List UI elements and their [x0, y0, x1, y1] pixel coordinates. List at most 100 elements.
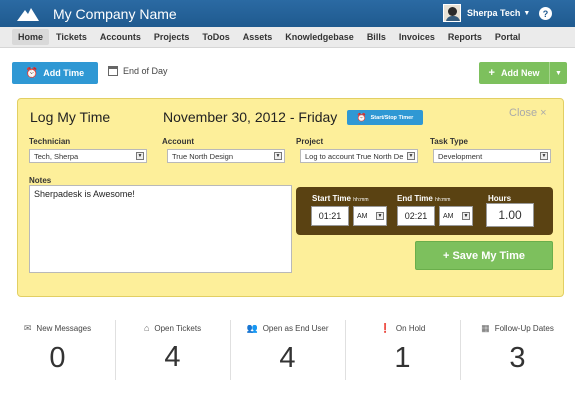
- end-time-label-text: End Time: [397, 194, 433, 203]
- start-time-input[interactable]: 01:21: [311, 206, 349, 226]
- project-label: Project: [296, 137, 324, 146]
- main-nav: Home Tickets Accounts Projects ToDos Ass…: [0, 27, 575, 48]
- stat-header: 👥 Open as End User: [246, 323, 328, 334]
- technician-select[interactable]: Tech, Sherpa ▼: [29, 149, 147, 163]
- nav-home[interactable]: Home: [12, 29, 50, 45]
- stat-value: 4: [164, 341, 181, 373]
- end-time-label: End Time hh:mm: [397, 194, 450, 203]
- avatar: [443, 4, 461, 22]
- stat-value: 0: [49, 342, 66, 374]
- caret-down-icon: ▼: [523, 9, 531, 17]
- panel-title: Log My Time: [30, 109, 111, 125]
- calendar-icon: ▦: [481, 323, 490, 333]
- project-value: Log to account True North De: [305, 151, 404, 161]
- alert-icon: ❗: [379, 323, 391, 333]
- notes-label: Notes: [29, 176, 52, 185]
- technician-label: Technician: [29, 137, 71, 146]
- chevron-down-icon: ▼: [274, 152, 282, 160]
- nav-projects[interactable]: Projects: [148, 29, 196, 45]
- stat-value: 3: [509, 342, 526, 374]
- nav-knowledgebase[interactable]: Knowledgebase: [279, 29, 360, 45]
- account-value: True North Design: [172, 151, 233, 161]
- close-link[interactable]: Close ×: [509, 107, 547, 119]
- task-type-select[interactable]: Development ▼: [433, 149, 551, 163]
- end-time-hint: hh:mm: [435, 197, 451, 203]
- end-ampm-value: AM: [443, 212, 454, 220]
- stat-value: 1: [394, 342, 411, 374]
- end-time-input[interactable]: 02:21: [397, 206, 435, 226]
- stat-open-as-end-user[interactable]: 👥 Open as End User 4: [230, 320, 345, 380]
- user-menu[interactable]: Sherpa Tech ▼: [443, 4, 530, 22]
- chevron-down-icon: ▼: [136, 152, 144, 160]
- alarm-clock-icon: ⏰: [356, 113, 367, 122]
- add-time-button[interactable]: ⏰ Add Time: [12, 62, 98, 84]
- start-stop-timer-button[interactable]: ⏰ Start/Stop Timer: [347, 110, 423, 125]
- stat-label: Open Tickets: [154, 323, 202, 333]
- nav-assets[interactable]: Assets: [237, 29, 279, 45]
- plus-icon: +: [488, 67, 495, 79]
- start-time-label-text: Start Time: [312, 194, 351, 203]
- notes-textarea[interactable]: Sherpadesk is Awesome!: [29, 185, 292, 273]
- stat-label: Follow-Up Dates: [494, 324, 554, 333]
- hours-input[interactable]: 1.00: [486, 203, 534, 227]
- nav-portal[interactable]: Portal: [489, 29, 527, 45]
- chevron-down-icon: ▼: [376, 212, 384, 220]
- account-select[interactable]: True North Design ▼: [167, 149, 285, 163]
- technician-value: Tech, Sherpa: [34, 151, 79, 161]
- chevron-down-icon: ▼: [540, 152, 548, 160]
- user-name: Sherpa Tech: [467, 8, 521, 18]
- stat-open-tickets[interactable]: ⌂ Open Tickets 4: [115, 320, 230, 380]
- chevron-down-icon: ▼: [462, 212, 470, 220]
- hours-label: Hours: [488, 194, 512, 203]
- mountain-logo-icon[interactable]: [12, 0, 44, 27]
- nav-invoices[interactable]: Invoices: [393, 29, 441, 45]
- save-my-time-button[interactable]: + Save My Time: [415, 241, 553, 270]
- help-icon[interactable]: ?: [539, 7, 552, 20]
- panel-date: November 30, 2012 - Friday: [163, 109, 338, 125]
- stat-value: 4: [279, 342, 296, 374]
- add-new-button[interactable]: + Add New ▼: [479, 62, 567, 84]
- time-entry-box: Start Time hh:mm 01:21 AM ▼ End Time hh:…: [296, 187, 553, 235]
- start-time-hint: hh:mm: [353, 197, 369, 203]
- start-ampm-value: AM: [357, 212, 368, 220]
- top-header: My Company Name Sherpa Tech ▼ ?: [0, 0, 575, 27]
- start-time-label: Start Time hh:mm: [312, 194, 369, 203]
- end-of-day-link[interactable]: End of Day: [108, 66, 168, 76]
- alarm-clock-icon: ⏰: [25, 67, 39, 79]
- task-type-label: Task Type: [430, 137, 468, 146]
- end-ampm-select[interactable]: AM ▼: [439, 206, 473, 226]
- add-new-main[interactable]: + Add New: [479, 67, 549, 79]
- envelope-icon: ✉: [23, 323, 32, 333]
- stat-follow-up-dates[interactable]: ▦ Follow-Up Dates 3: [460, 320, 575, 380]
- stat-header: ✉ New Messages: [24, 323, 91, 334]
- stat-header: ▦ Follow-Up Dates: [481, 323, 554, 334]
- users-icon: 👥: [246, 323, 258, 333]
- company-name[interactable]: My Company Name: [53, 6, 177, 22]
- stat-label: Open as End User: [262, 324, 329, 333]
- stat-on-hold[interactable]: ❗ On Hold 1: [345, 320, 460, 380]
- stat-new-messages[interactable]: ✉ New Messages 0: [0, 320, 115, 380]
- end-of-day-label: End of Day: [123, 66, 168, 76]
- chevron-down-icon: ▼: [407, 152, 415, 160]
- add-new-dropdown-toggle[interactable]: ▼: [549, 62, 567, 84]
- add-time-label: Add Time: [43, 68, 85, 78]
- stat-label: On Hold: [395, 324, 426, 333]
- timer-label: Start/Stop Timer: [370, 114, 414, 121]
- inbox-icon: ⌂: [143, 323, 150, 333]
- project-select[interactable]: Log to account True North De ▼: [300, 149, 418, 163]
- stat-header: ❗ On Hold: [380, 323, 426, 334]
- stat-label: New Messages: [36, 324, 92, 333]
- stat-header: ⌂ Open Tickets: [144, 323, 201, 333]
- nav-reports[interactable]: Reports: [442, 29, 488, 45]
- stats-bar: ✉ New Messages 0 ⌂ Open Tickets 4 👥 Open…: [0, 320, 575, 380]
- nav-accounts[interactable]: Accounts: [94, 29, 147, 45]
- calendar-icon: [108, 66, 118, 76]
- task-type-value: Development: [438, 151, 483, 161]
- nav-tickets[interactable]: Tickets: [50, 29, 93, 45]
- nav-bills[interactable]: Bills: [361, 29, 392, 45]
- start-ampm-select[interactable]: AM ▼: [353, 206, 387, 226]
- add-new-label: Add New: [500, 68, 540, 78]
- log-time-panel: Log My Time November 30, 2012 - Friday ⏰…: [17, 98, 564, 297]
- account-label: Account: [162, 137, 194, 146]
- nav-todos[interactable]: ToDos: [196, 29, 235, 45]
